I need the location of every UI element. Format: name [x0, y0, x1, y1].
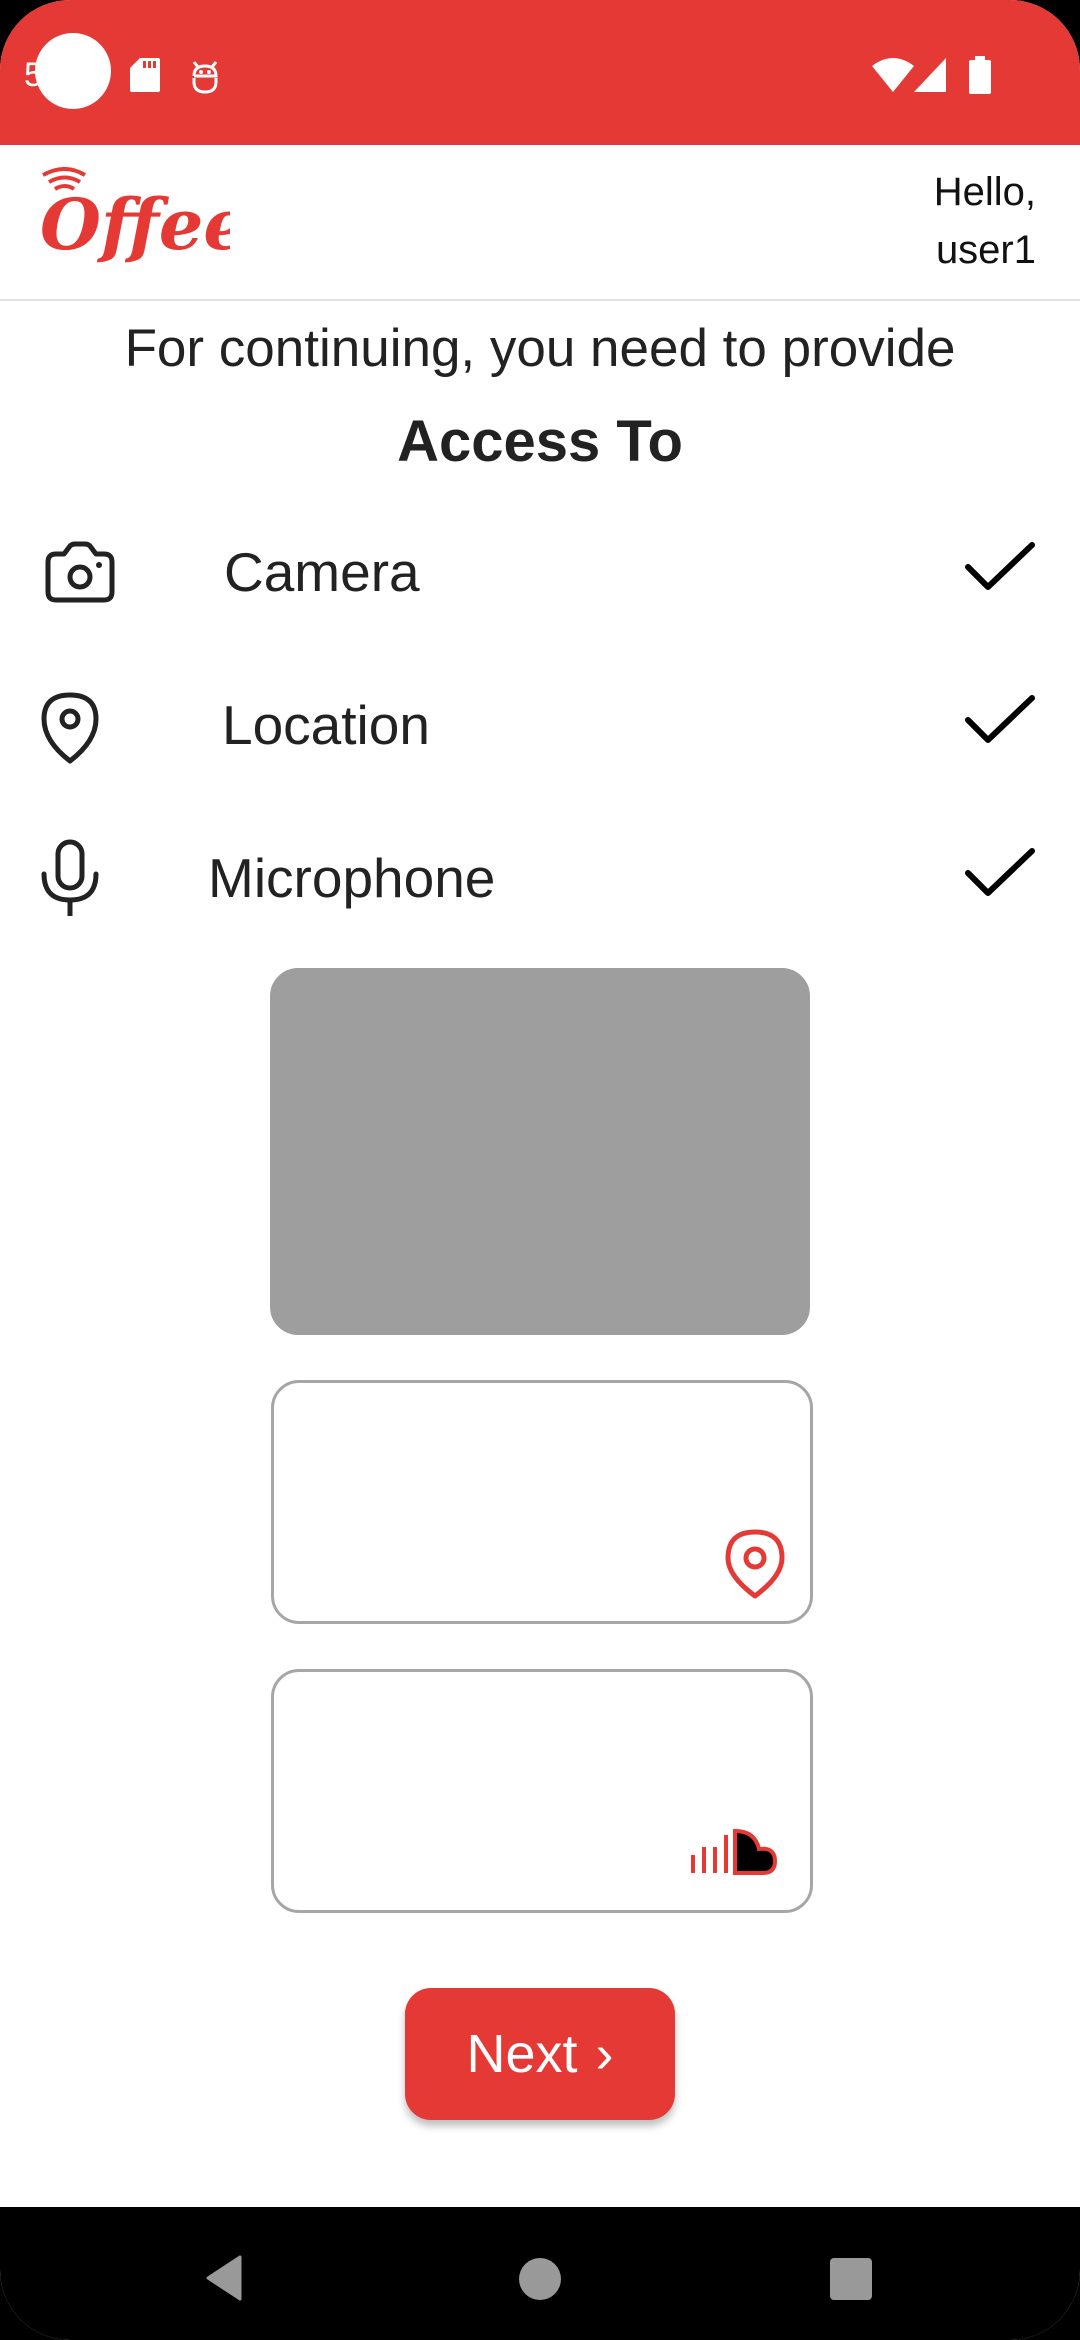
app-header: Offee Hello, user1	[0, 145, 1080, 301]
signal-icon	[914, 58, 946, 92]
check-icon	[965, 695, 1035, 743]
audio-field[interactable]	[271, 1669, 813, 1913]
location-pin-icon	[725, 1529, 785, 1599]
next-button[interactable]: Next ›	[405, 1988, 675, 2120]
permission-row-camera[interactable]: Camera	[0, 512, 1080, 632]
camera-cutout	[35, 33, 111, 109]
check-icon	[965, 542, 1035, 590]
intro-text: For continuing, you need to provide	[124, 319, 956, 378]
screen: 5 Offee Hello, user1 For continuing, you…	[0, 0, 1080, 2340]
microphone-icon	[41, 839, 99, 916]
camera-preview	[270, 968, 810, 1335]
offee-logo: Offee	[40, 167, 248, 282]
chevron-right-icon: ›	[595, 2024, 614, 2084]
permission-label-location: Location	[222, 694, 430, 756]
permission-row-location[interactable]: Location	[0, 665, 1080, 785]
back-icon[interactable]	[204, 2255, 244, 2301]
logo-text: Offee	[40, 183, 230, 266]
soundcloud-icon	[691, 1828, 778, 1875]
wifi-icon	[872, 58, 914, 92]
navigation-bar	[0, 2207, 1080, 2340]
location-pin-icon	[41, 692, 99, 764]
greeting-line1: Hello,	[933, 170, 1036, 214]
next-button-label: Next	[466, 2024, 578, 2084]
status-bar: 5	[0, 0, 1080, 145]
android-debug-icon	[192, 61, 218, 94]
home-icon[interactable]	[518, 2257, 562, 2301]
wifi-signal-logo-icon: Offee	[40, 167, 248, 266]
permission-label-camera: Camera	[224, 541, 420, 603]
permission-label-microphone: Microphone	[208, 847, 496, 909]
battery-icon	[969, 56, 991, 94]
user-greeting: Hello, user1	[934, 163, 1036, 279]
check-icon	[965, 848, 1035, 896]
greeting-username: user1	[935, 228, 1036, 272]
permission-row-microphone[interactable]: Microphone	[0, 818, 1080, 938]
camera-icon	[45, 541, 115, 603]
recents-icon[interactable]	[829, 2257, 873, 2301]
location-field[interactable]	[271, 1380, 813, 1624]
sd-card-icon	[130, 58, 160, 92]
access-title: Access To	[397, 409, 683, 474]
